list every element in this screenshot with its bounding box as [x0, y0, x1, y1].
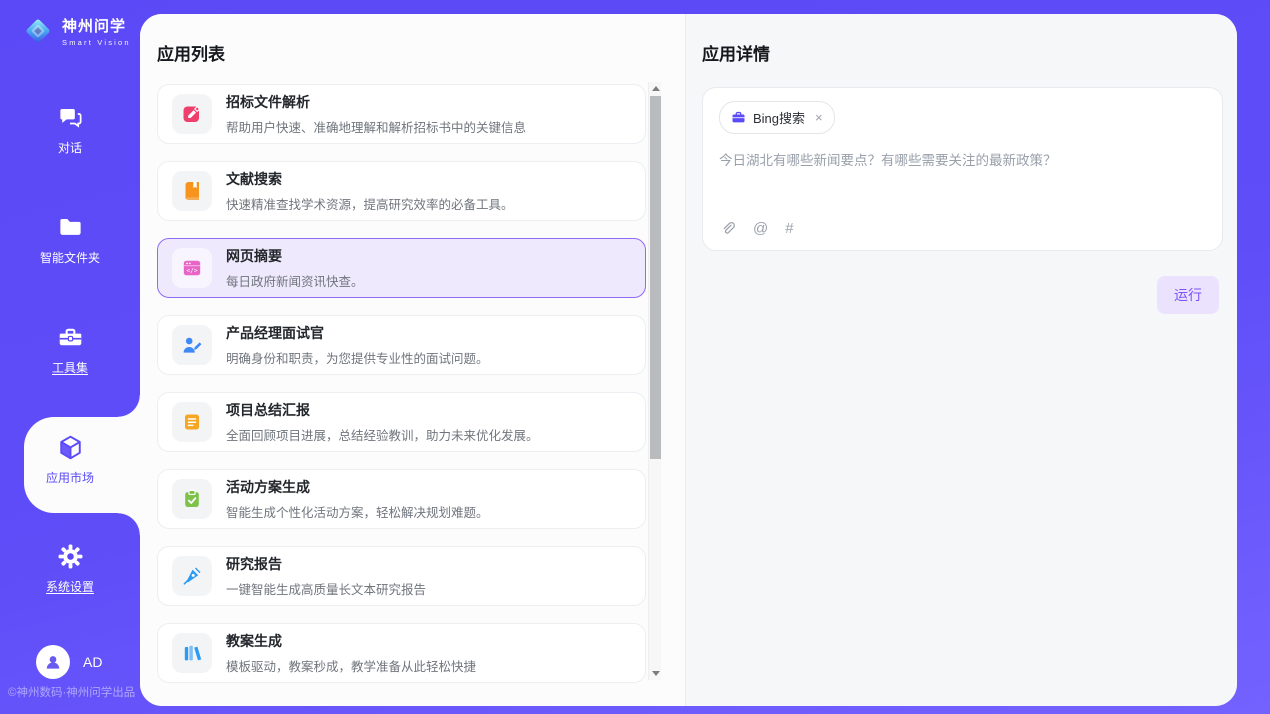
edit-square-icon	[172, 94, 212, 134]
interviewer-icon	[172, 325, 212, 365]
prompt-toolbar: @ #	[720, 220, 794, 237]
app-name: 研究报告	[226, 554, 426, 574]
gear-icon	[57, 543, 84, 570]
app-description: 智能生成个性化活动方案，轻松解决规划难题。	[226, 502, 489, 521]
app-description: 帮助用户快速、准确地理解和解析招标书中的关键信息	[226, 117, 526, 136]
list-item[interactable]: 教案生成模板驱动，教案秒成，教学准备从此轻松快捷	[157, 623, 646, 683]
scrollbar-thumb[interactable]	[650, 96, 661, 459]
sidebar-item-1[interactable]: 对话	[0, 104, 140, 156]
list-item[interactable]: 产品经理面试官明确身份和职责，为您提供专业性的面试问题。	[157, 315, 646, 375]
close-icon[interactable]: ×	[815, 110, 823, 125]
app-description: 明确身份和职责，为您提供专业性的面试问题。	[226, 348, 489, 367]
app-name: 项目总结汇报	[226, 400, 539, 420]
research-pen-icon	[172, 556, 212, 596]
sidebar-item-label: 工具集	[52, 359, 88, 376]
book-icon	[172, 171, 212, 211]
clipboard-check-icon	[172, 479, 212, 519]
sidebar-item-5[interactable]: 系统设置	[0, 543, 140, 595]
chat-icon	[57, 104, 84, 131]
sidebar-item-4[interactable]: 应用市场	[0, 434, 140, 486]
app-name: 活动方案生成	[226, 477, 489, 497]
list-item[interactable]: </> 网页摘要每日政府新闻资讯快查。	[157, 238, 646, 298]
tool-chip[interactable]: Bing搜索 ×	[719, 101, 835, 134]
app-name: 招标文件解析	[226, 92, 526, 112]
svg-text:</>: </>	[186, 267, 197, 274]
briefcase-icon	[731, 110, 746, 125]
list-item[interactable]: 活动方案生成智能生成个性化活动方案，轻松解决规划难题。	[157, 469, 646, 529]
app-list-panel: 应用列表 招标文件解析帮助用户快速、准确地理解和解析招标书中的关键信息文献搜索快…	[140, 14, 685, 706]
sidebar-item-3[interactable]: 工具集	[0, 324, 140, 376]
scroll-up-icon[interactable]	[649, 82, 662, 95]
app-list: 招标文件解析帮助用户快速、准确地理解和解析招标书中的关键信息文献搜索快速精准查找…	[157, 84, 646, 700]
paperclip-icon[interactable]	[720, 221, 736, 237]
app-window: 神州问学 Smart Vision 对话智能文件夹工具集应用市场系统设置 AD …	[0, 0, 1270, 714]
app-description: 模板驱动，教案秒成，教学准备从此轻松快捷	[226, 656, 476, 675]
sidebar-item-2[interactable]: 智能文件夹	[0, 214, 140, 266]
prompt-input[interactable]: 今日湖北有哪些新闻要点？有哪些需要关注的最新政策？	[719, 151, 1206, 171]
user-name: AD	[83, 654, 102, 670]
browser-code-icon: </>	[172, 248, 212, 288]
sidebar-item-label: 应用市场	[46, 469, 94, 486]
app-list-title: 应用列表	[157, 40, 685, 65]
user-avatar-icon	[36, 645, 70, 679]
sidebar-item-label: 对话	[58, 139, 82, 156]
app-description: 每日政府新闻资讯快查。	[226, 271, 364, 290]
scroll-down-icon[interactable]	[649, 667, 662, 680]
sidebar: 神州问学 Smart Vision 对话智能文件夹工具集应用市场系统设置 AD …	[0, 0, 140, 714]
list-item[interactable]: 项目总结汇报全面回顾项目进展，总结经验教训，助力未来优化发展。	[157, 392, 646, 452]
sidebar-item-label: 系统设置	[46, 578, 94, 595]
sidebar-nav: 对话智能文件夹工具集应用市场系统设置	[0, 0, 140, 714]
app-detail-title: 应用详情	[702, 40, 1237, 65]
books-icon	[172, 633, 212, 673]
user-account[interactable]: AD	[36, 645, 102, 679]
list-item[interactable]: 招标文件解析帮助用户快速、准确地理解和解析招标书中的关键信息	[157, 84, 646, 144]
prompt-card: Bing搜索 × 今日湖北有哪些新闻要点？有哪些需要关注的最新政策？ @ #	[702, 87, 1223, 251]
hash-icon[interactable]: #	[785, 220, 793, 237]
app-detail-panel: 应用详情 Bing搜索 × 今日湖北有哪些新闻要点？有哪些需要关注的最新政策？	[685, 14, 1237, 706]
app-description: 一键智能生成高质量长文本研究报告	[226, 579, 426, 598]
run-row: 运行	[686, 276, 1219, 314]
cube-icon	[57, 434, 84, 461]
scrollbar[interactable]	[648, 82, 661, 680]
list-item[interactable]: 研究报告一键智能生成高质量长文本研究报告	[157, 546, 646, 606]
folder-icon	[57, 214, 84, 241]
app-description: 快速精准查找学术资源，提高研究效率的必备工具。	[226, 194, 514, 213]
copyright-footer: ©神州数码·神州问学出品	[0, 684, 150, 700]
sidebar-item-label: 智能文件夹	[40, 249, 100, 266]
list-item[interactable]: 文献搜索快速精准查找学术资源，提高研究效率的必备工具。	[157, 161, 646, 221]
main-content: 应用列表 招标文件解析帮助用户快速、准确地理解和解析招标书中的关键信息文献搜索快…	[140, 14, 1237, 706]
at-icon[interactable]: @	[753, 220, 768, 237]
toolbox-icon	[57, 324, 84, 351]
report-icon	[172, 402, 212, 442]
tool-chip-label: Bing搜索	[753, 108, 805, 127]
app-description: 全面回顾项目进展，总结经验教训，助力未来优化发展。	[226, 425, 539, 444]
app-name: 文献搜索	[226, 169, 514, 189]
app-name: 教案生成	[226, 631, 476, 651]
app-name: 产品经理面试官	[226, 323, 489, 343]
app-name: 网页摘要	[226, 246, 364, 266]
run-button[interactable]: 运行	[1157, 276, 1219, 314]
